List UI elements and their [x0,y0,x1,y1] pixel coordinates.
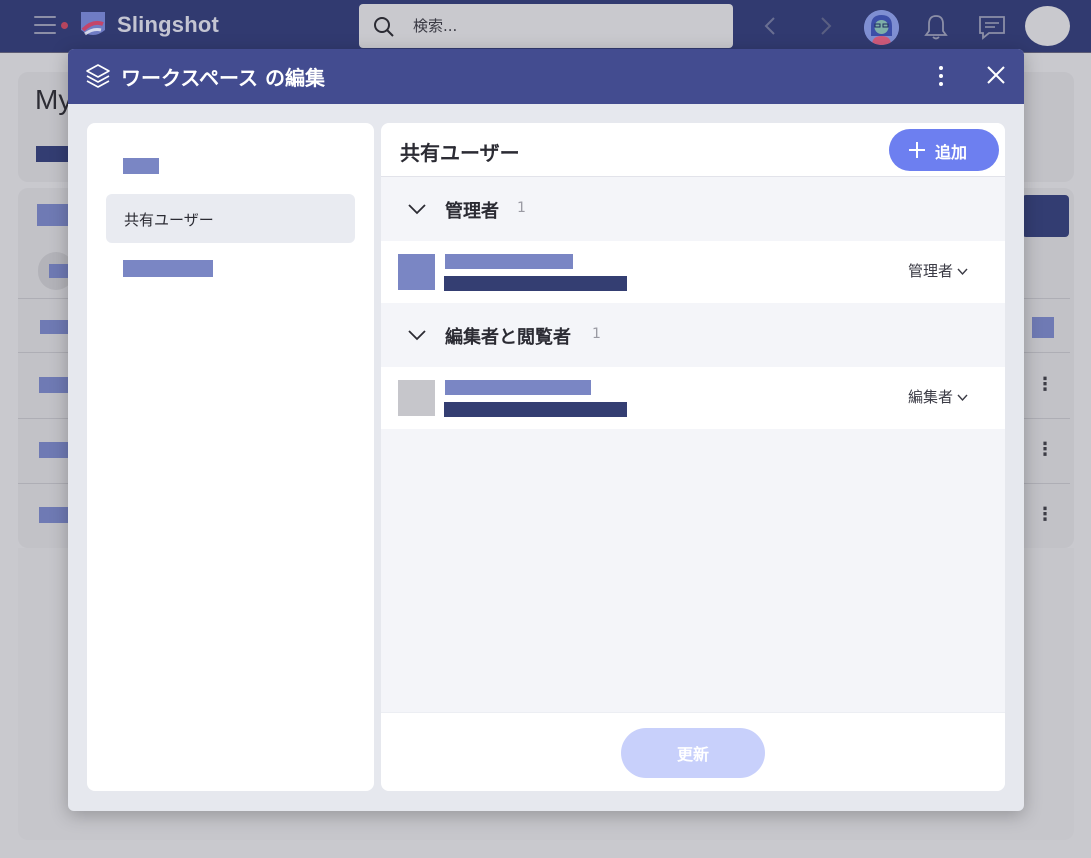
chevron-down-icon [957,268,968,275]
search-input[interactable] [413,14,713,38]
sidebar-item-placeholder[interactable] [123,260,213,277]
group-count: 1 [517,200,526,216]
add-user-button[interactable]: 追加 [889,129,999,171]
user-avatar[interactable] [864,10,899,45]
message-icon[interactable] [977,13,1007,41]
hamburger-menu-icon[interactable] [34,16,56,36]
background-action-button [1022,195,1069,237]
app-name: Slingshot [117,12,220,37]
shared-users-panel: 共有ユーザー 追加 管理者 1 管理者 編集者と閲覧者 1 編集者 更新 [381,123,1005,791]
account-icon[interactable] [1025,6,1070,46]
background-row-placeholder [39,507,69,523]
group-header-admins[interactable]: 管理者 1 [381,178,1005,241]
background-tab-placeholder [36,146,70,162]
sidebar-item-label: 共有ユーザー [124,211,214,229]
dialog-title: ワークスペース の編集 [121,66,325,90]
plus-icon [909,142,925,158]
user-email-placeholder [444,402,627,417]
group-count: 1 [592,326,601,342]
chevron-down-icon[interactable] [407,202,427,216]
panel-header: 共有ユーザー 追加 [381,123,1005,177]
sidebar-item-placeholder[interactable] [123,158,159,174]
top-bar: Slingshot [0,0,1091,53]
background-kebab-icon: ⋮ [1036,439,1054,460]
user-name-placeholder [445,254,573,269]
back-arrow-icon[interactable] [760,14,780,38]
slingshot-logo-icon [81,12,105,36]
search-bar[interactable] [359,4,733,48]
role-value: 管理者 [908,262,954,280]
chevron-down-icon[interactable] [407,328,427,342]
bell-icon[interactable] [922,13,950,41]
more-options-icon[interactable] [930,63,952,89]
background-kebab-icon: ⋮ [1036,504,1054,525]
background-row-placeholder [39,377,69,393]
forward-arrow-icon[interactable] [816,14,836,38]
add-button-label: 追加 [935,145,968,162]
role-value: 編集者 [908,388,954,406]
user-name-placeholder [445,380,591,395]
background-page-title: My [35,84,73,115]
close-icon[interactable] [984,63,1008,87]
layers-icon [86,64,110,88]
edit-workspace-dialog: ワークスペース の編集 共有ユーザー 共有ユーザー 追加 管理者 1 管理者 編… [68,49,1024,811]
update-button[interactable]: 更新 [621,728,765,778]
role-dropdown[interactable]: 管理者 [908,260,968,281]
dialog-header: ワークスペース の編集 [68,49,1024,104]
background-kebab-icon: ⋮ [1036,374,1054,395]
panel-title: 共有ユーザー [400,141,520,165]
user-row: 管理者 [381,241,1005,303]
background-placeholder [49,264,69,278]
avatar-illustration [864,10,899,45]
panel-footer: 更新 [381,712,1005,791]
group-label: 編集者と閲覧者 [445,327,571,348]
background-placeholder [37,204,70,226]
avatar [398,254,435,290]
group-header-editors-viewers[interactable]: 編集者と閲覧者 1 [381,304,1005,367]
sidebar-item-shared-users[interactable]: 共有ユーザー [106,194,355,243]
background-row-placeholder [39,442,69,458]
background-row-placeholder [40,320,69,334]
notification-dot [61,22,68,29]
user-row: 編集者 [381,367,1005,429]
avatar [398,380,435,416]
group-label: 管理者 [445,201,499,222]
chevron-down-icon [957,394,968,401]
role-dropdown[interactable]: 編集者 [908,386,968,407]
user-email-placeholder [444,276,627,291]
dialog-sidebar: 共有ユーザー [87,123,374,791]
search-icon [374,17,394,37]
background-row-icon [1032,317,1054,338]
